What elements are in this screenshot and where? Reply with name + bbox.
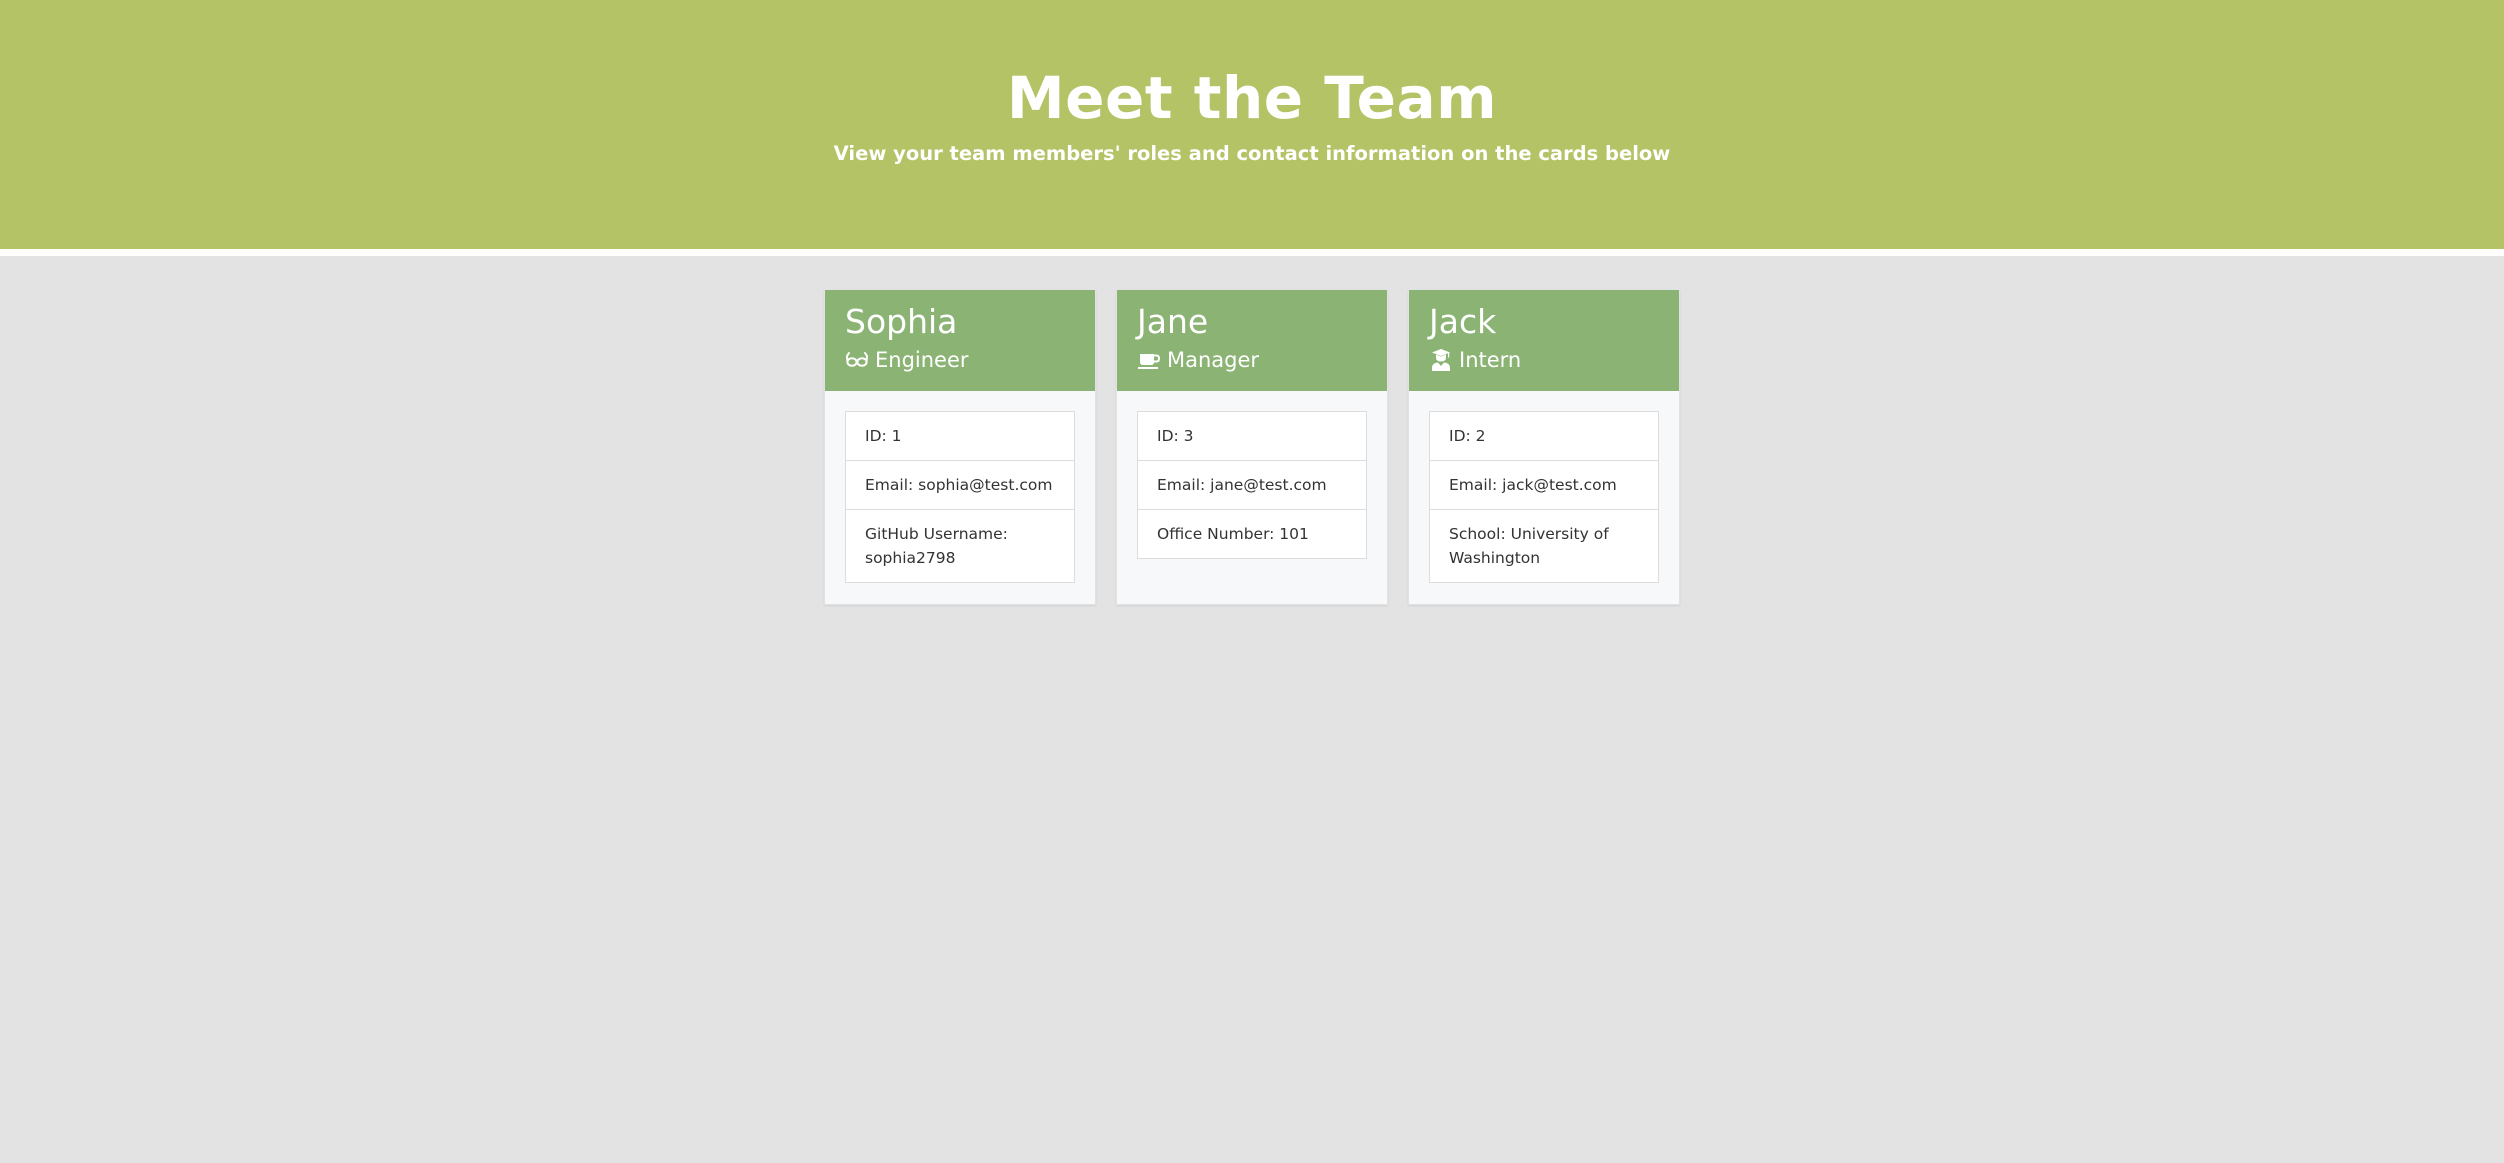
card-details: ID: 2 Email: jack@test.com School: Unive… <box>1429 411 1659 583</box>
card-header: Sophia Engineer <box>825 290 1095 391</box>
graduate-icon <box>1429 348 1453 372</box>
card-details: ID: 1 Email: sophia@test.com GitHub User… <box>845 411 1075 583</box>
employee-name: Jack <box>1429 302 1497 341</box>
employee-card-jane: Jane Manager ID: 3 Email: jane@test.com … <box>1116 289 1388 605</box>
employee-role-label: Intern <box>1459 348 1522 372</box>
header-divider <box>0 249 2504 256</box>
page-header: Meet the Team View your team members' ro… <box>0 0 2504 249</box>
card-header: Jane Manager <box>1117 290 1387 391</box>
employee-role-label: Engineer <box>875 348 969 372</box>
employee-id: ID: 1 <box>845 411 1075 461</box>
card-header: Jack Intern <box>1409 290 1679 391</box>
employee-github[interactable]: GitHub Username: sophia2798 <box>845 510 1075 583</box>
employee-role: Manager <box>1137 346 1259 374</box>
employee-email[interactable]: Email: jane@test.com <box>1137 461 1367 510</box>
employee-id: ID: 3 <box>1137 411 1367 461</box>
employee-role-label: Manager <box>1167 348 1260 372</box>
page-title: Meet the Team <box>1006 64 1498 132</box>
employee-card-sophia: Sophia Engineer ID: 1 Email: sophia@test… <box>824 289 1096 605</box>
employee-id: ID: 2 <box>1429 411 1659 461</box>
employee-role: Engineer <box>845 346 969 374</box>
glasses-icon <box>845 348 869 372</box>
card-details: ID: 3 Email: jane@test.com Office Number… <box>1137 411 1367 559</box>
employee-email[interactable]: Email: sophia@test.com <box>845 461 1075 510</box>
employee-card-jack: Jack Intern ID: 2 Email: jack@test.com S… <box>1408 289 1680 605</box>
coffee-mug-icon <box>1137 348 1161 372</box>
employee-office-number: Office Number: 101 <box>1137 510 1367 559</box>
employee-role: Intern <box>1429 346 1521 374</box>
page-subtitle: View your team members' roles and contac… <box>833 142 1671 165</box>
employee-email[interactable]: Email: jack@test.com <box>1429 461 1659 510</box>
employee-school: School: University of Washington <box>1429 510 1659 583</box>
employee-name: Jane <box>1137 302 1209 341</box>
team-cards: Sophia Engineer ID: 1 Email: sophia@test… <box>824 289 1680 605</box>
employee-name: Sophia <box>845 302 958 341</box>
